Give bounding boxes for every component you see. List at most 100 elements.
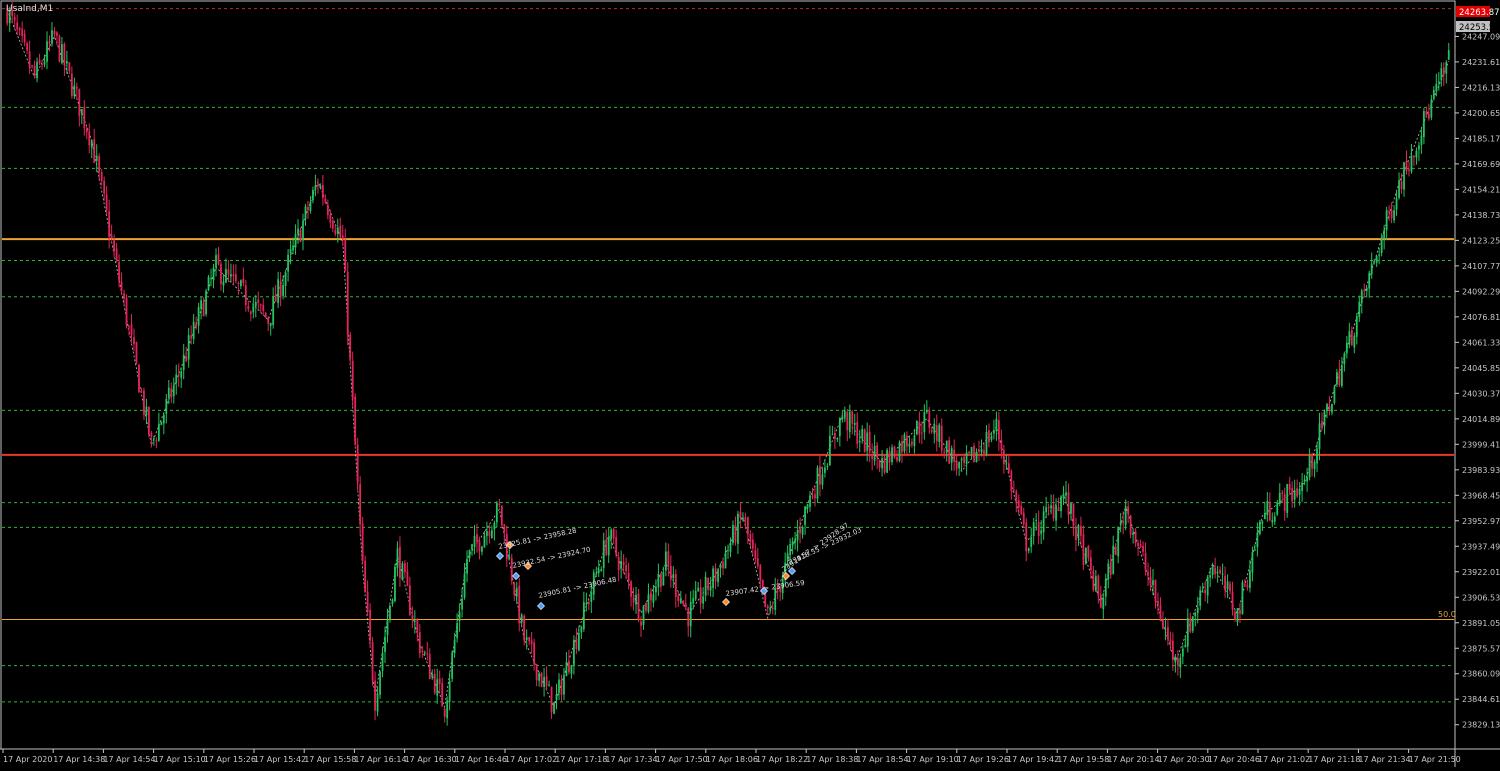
y-tick-label: 23968.45 [1462, 491, 1500, 500]
candle-body [1159, 604, 1162, 621]
candle-body [1353, 335, 1356, 348]
candle-body [140, 390, 143, 392]
y-tick-label: 24045.85 [1462, 364, 1500, 373]
candle-body [520, 614, 523, 623]
y-tick-label: 24123.25 [1462, 236, 1500, 245]
candle-body [466, 559, 468, 574]
candle-body [1209, 575, 1212, 578]
candle-body [1432, 90, 1435, 99]
candle-body [145, 406, 148, 416]
candle-body [930, 429, 933, 432]
candle-body [453, 639, 456, 654]
candle-body [58, 36, 61, 62]
candle-body [970, 446, 973, 454]
candle-body [413, 621, 416, 623]
candle-body [558, 679, 560, 693]
candle-body [1089, 557, 1092, 571]
candle-body [207, 276, 210, 290]
candle-body [846, 412, 849, 431]
candle-body [1027, 548, 1030, 551]
candle-body [28, 51, 31, 68]
candle-body [980, 448, 983, 453]
candle-body [254, 302, 257, 307]
candle-body [533, 642, 536, 665]
candle-body [1065, 492, 1067, 496]
candle-body [1405, 160, 1408, 172]
candle-body [1442, 67, 1445, 75]
candle-body [1005, 462, 1008, 464]
candle-body [535, 664, 538, 681]
candle-body [1040, 530, 1043, 534]
candle-body [945, 440, 948, 453]
candle-body [565, 661, 568, 677]
candle-body [118, 261, 120, 282]
candle-body [597, 569, 600, 573]
candle-body [1318, 423, 1321, 450]
candle-body [928, 411, 931, 428]
candle-body [195, 323, 198, 328]
candle-body [252, 305, 255, 313]
y-tick-label: 24138.73 [1462, 211, 1500, 220]
y-tick-label: 23875.57 [1462, 644, 1500, 653]
candle-body [714, 568, 717, 582]
candle [138, 363, 140, 393]
candle-body [915, 420, 918, 435]
candle-body [1142, 545, 1144, 552]
candle-body [187, 335, 190, 360]
candle-body [1437, 81, 1440, 83]
candle-body [771, 607, 774, 609]
candle-body [421, 650, 424, 652]
candle-body [1246, 584, 1249, 588]
candle-body [824, 467, 826, 473]
candle-body [1249, 570, 1251, 588]
candle-body [98, 156, 101, 172]
candle-body [1241, 582, 1244, 614]
candle-body [451, 652, 454, 679]
candle-body [836, 437, 839, 440]
candle-body [751, 539, 754, 549]
candle-body [1201, 591, 1204, 593]
candle-body [672, 574, 675, 579]
candle-body [406, 571, 409, 587]
candle-body [563, 675, 565, 695]
candle [893, 445, 896, 459]
candle-body [222, 281, 225, 286]
candle-body [664, 551, 667, 571]
candle-body [739, 511, 742, 519]
candle-body [1124, 506, 1127, 526]
candle-body [515, 587, 518, 597]
candle-body [264, 312, 267, 318]
candle-body [876, 445, 879, 458]
candle-body [249, 311, 252, 314]
candle-body [1117, 526, 1120, 557]
candle-body [637, 593, 640, 621]
candle-body [1425, 110, 1428, 116]
candle-body [816, 467, 819, 499]
candle-body [737, 513, 739, 544]
chart-window[interactable]: 23925.81 -> 23958.28 23932.54 -> 23924.70… [0, 0, 1500, 767]
candle-body [486, 530, 488, 536]
candle-body [1301, 482, 1304, 491]
candle-body [587, 602, 590, 605]
candle-body [617, 556, 620, 571]
candle-body [898, 442, 901, 461]
candle-body [657, 573, 660, 588]
candle-body [940, 425, 943, 451]
candle-body [727, 549, 729, 551]
candle-body [1099, 594, 1102, 608]
candle-body [610, 529, 613, 540]
candle-body [759, 564, 762, 581]
candle-body [202, 302, 205, 317]
candle-body [13, 17, 16, 21]
candle [264, 312, 267, 319]
candle-body [925, 410, 928, 413]
candle-body [809, 495, 811, 507]
candle-body [93, 139, 96, 163]
candle-body [699, 587, 702, 604]
candle-body [891, 447, 893, 463]
candle-body [1104, 578, 1107, 597]
candle-body [423, 652, 426, 654]
price-chart[interactable]: 23925.81 -> 23958.2823932.54 -> 23924.70… [0, 0, 1500, 767]
candle-body [965, 452, 968, 464]
candle-body [232, 274, 235, 277]
